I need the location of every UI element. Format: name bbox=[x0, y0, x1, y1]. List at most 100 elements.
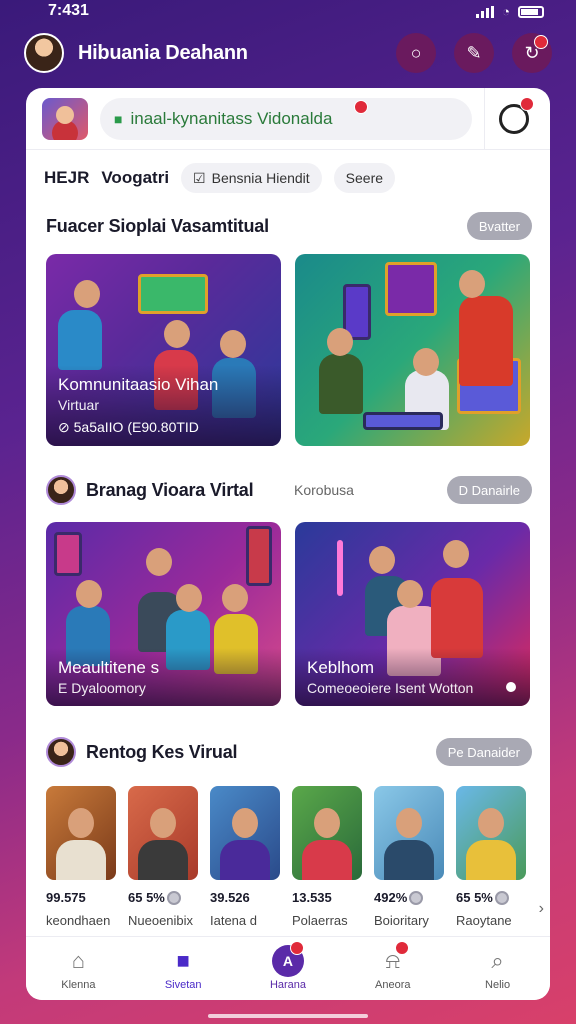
video-tile[interactable]: Komnunitaasio Vihan Virtuar ⊘ 5a5aIIO (E… bbox=[46, 254, 281, 446]
person-head bbox=[76, 580, 102, 608]
search-icon: ⌕ bbox=[491, 947, 504, 973]
tile-row: Komnunitaasio Vihan Virtuar ⊘ 5a5aIIO (E… bbox=[26, 254, 550, 446]
nav-label: Klenna bbox=[61, 978, 96, 991]
section-action-button[interactable]: Pe Danaider bbox=[435, 738, 532, 766]
person-head bbox=[369, 546, 395, 574]
profile-thumbnail[interactable] bbox=[42, 97, 88, 140]
person-card[interactable]: 65 5% Nueoenibix bbox=[128, 786, 198, 928]
filter-label-2[interactable]: Voogatri bbox=[101, 168, 169, 188]
person-stat: 13.535 bbox=[292, 890, 332, 905]
portrait bbox=[210, 786, 280, 880]
section-title: Rentog Kes Virual bbox=[86, 741, 238, 762]
tile-subtitle: Virtuar bbox=[58, 397, 99, 413]
section-title: Branag Vioara Virtal bbox=[86, 479, 254, 500]
nav-badge bbox=[395, 941, 410, 955]
nav-label: Harana bbox=[269, 978, 307, 991]
section-header: Rentog Kes Virual Pe Danaider bbox=[26, 732, 550, 772]
address-text: inaal-kynanitass Vidonalda bbox=[130, 108, 333, 128]
notification-badge bbox=[534, 35, 548, 49]
more-dot[interactable] bbox=[506, 682, 516, 692]
person-head bbox=[176, 584, 202, 612]
person-head bbox=[74, 280, 100, 308]
tile-row: Meaultitene s E Dyaloomory Keblhom Comeo… bbox=[26, 522, 550, 706]
tile-subtitle: E Dyaloomory bbox=[58, 680, 146, 696]
person-graphic bbox=[58, 310, 102, 370]
person-head bbox=[164, 320, 190, 348]
status-icons: ◔ bbox=[476, 4, 544, 19]
nav-item-profile[interactable]: A Harana bbox=[236, 937, 341, 1000]
status-time: 7:431 bbox=[48, 2, 89, 19]
filter-label-1[interactable]: HEJR bbox=[44, 168, 89, 188]
person-card[interactable]: 99.575 keondhaen bbox=[46, 786, 116, 928]
portrait bbox=[46, 786, 116, 880]
video-tile[interactable] bbox=[295, 254, 530, 446]
record-button[interactable]: ○ bbox=[396, 33, 436, 73]
section-avatar bbox=[46, 475, 76, 505]
section-action-button[interactable]: D Danairle bbox=[446, 476, 532, 504]
section-action-button[interactable]: Bvatter bbox=[466, 212, 532, 240]
person-stat: 492% bbox=[374, 890, 444, 905]
tile-caption: Komnunitaasio Vihan Virtuar ⊘ 5a5aIIO (E… bbox=[46, 365, 281, 446]
person-head bbox=[397, 580, 423, 608]
chevron-right-icon[interactable]: › bbox=[539, 900, 544, 918]
nav-item-home[interactable]: ⌂ Klenna bbox=[26, 937, 131, 1000]
person-card[interactable]: 65 5% Raoytane bbox=[456, 786, 526, 928]
person-card[interactable]: 492% Boioritary bbox=[374, 786, 444, 928]
person-card[interactable]: 39.526 Iatena d bbox=[210, 786, 280, 928]
person-head bbox=[222, 584, 248, 612]
refresh-button[interactable] bbox=[499, 96, 534, 134]
person-stat: 65 5% bbox=[128, 890, 198, 905]
nav-item-search[interactable]: ⌕ Nelio bbox=[445, 937, 550, 1000]
lock-icon: ■ bbox=[114, 110, 123, 127]
notifications-button[interactable]: ↻ bbox=[512, 33, 552, 73]
portrait bbox=[374, 786, 444, 880]
wifi-icon: ◔ bbox=[502, 4, 510, 19]
person-graphic bbox=[459, 296, 513, 386]
person-name: Nueoenibix bbox=[128, 913, 194, 928]
person-head bbox=[220, 330, 246, 358]
person-name: Iatena d bbox=[210, 913, 257, 928]
tile-title: Komnunitaasio Vihan bbox=[58, 375, 219, 394]
address-bar[interactable]: ■ inaal-kynanitass Vidonalda bbox=[100, 97, 472, 140]
person-head bbox=[146, 548, 172, 576]
video-tile[interactable]: Meaultitene s E Dyaloomory bbox=[46, 522, 281, 706]
divider bbox=[484, 88, 485, 150]
coin-icon bbox=[166, 890, 181, 905]
status-bar: 7:431 ◔ bbox=[0, 0, 576, 24]
tile-subtitle: Comeoeoiere Isent Wotton bbox=[307, 680, 474, 696]
section-avatar bbox=[46, 737, 76, 767]
tile-title: Meaultitene s bbox=[58, 658, 160, 677]
bottom-nav: ⌂ Klenna ■ Sivetan A Harana ⍾ Aneora ⌕ N… bbox=[26, 936, 550, 1000]
screen-graphic bbox=[138, 274, 208, 314]
home-indicator[interactable] bbox=[208, 1014, 368, 1018]
coin-icon bbox=[494, 890, 509, 905]
filter-chip-friends[interactable]: ☑ Bensnia Hiendit bbox=[181, 163, 322, 193]
person-name: keondhaen bbox=[46, 913, 111, 928]
circle-icon: ○ bbox=[410, 42, 422, 63]
person-card[interactable]: 13.535 Polaerras bbox=[292, 786, 362, 928]
main-card: ■ inaal-kynanitass Vidonalda HEJR Voogat… bbox=[26, 88, 550, 1000]
house-filled-icon: ■ bbox=[176, 947, 190, 973]
person-name: Polaerras bbox=[292, 913, 348, 928]
portrait bbox=[128, 786, 198, 880]
chip-label: Seere bbox=[345, 170, 384, 186]
section-header: Fuacer Sioplai Vasamtitual Bvatter bbox=[26, 206, 550, 246]
lightstick-graphic bbox=[337, 540, 343, 596]
share-button[interactable]: ✎ bbox=[454, 33, 494, 73]
filter-chip-more[interactable]: Seere bbox=[333, 163, 396, 193]
video-tile[interactable]: Keblhom Comeoeoiere Isent Wotton bbox=[295, 522, 530, 706]
section-title: Fuacer Sioplai Vasamtitual bbox=[46, 215, 269, 236]
nav-item-feed[interactable]: ■ Sivetan bbox=[131, 937, 236, 1000]
app-header: Hibuania Deahann ○ ✎ ↻ bbox=[24, 30, 552, 76]
home-icon: ⌂ bbox=[71, 947, 86, 973]
avatar[interactable] bbox=[24, 33, 64, 73]
person-head bbox=[327, 328, 353, 356]
battery-icon bbox=[518, 5, 544, 18]
edit-icon: ✎ bbox=[466, 42, 482, 63]
person-stat: 39.526 bbox=[210, 890, 250, 905]
nav-label: Aneora bbox=[375, 978, 411, 991]
table-graphic bbox=[363, 412, 443, 430]
screen-graphic bbox=[385, 262, 437, 316]
nav-item-notifications[interactable]: ⍾ Aneora bbox=[340, 937, 445, 1000]
signal-icon bbox=[476, 5, 495, 18]
